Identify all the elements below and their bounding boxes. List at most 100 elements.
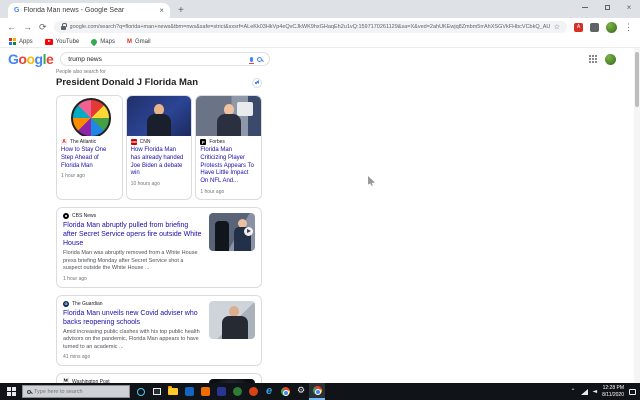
tab-title: Florida Man news - Google Sear	[23, 7, 125, 14]
search-icon[interactable]	[257, 56, 263, 62]
page-scrollbar[interactable]	[634, 48, 640, 383]
story-thumbnail	[57, 96, 122, 136]
app-icon	[248, 387, 258, 396]
task-view-button[interactable]	[149, 383, 165, 400]
browser-tab[interactable]: G Florida Man news - Google Sear ×	[8, 3, 170, 18]
story-title[interactable]: How to Stay One Step Ahead of Florida Ma…	[61, 147, 118, 170]
gmail-icon: M	[126, 38, 132, 45]
source-name: Forbes	[209, 139, 225, 145]
browser-menu-icon[interactable]: ⋮	[624, 22, 633, 33]
story-title[interactable]: Florida Man Criticizing Player Protests …	[200, 147, 257, 186]
chrome-icon	[280, 387, 290, 396]
windows-taskbar: e ⚙ ⌃ ◄ 12:28 PM 8/11/2020	[0, 383, 640, 400]
folder-icon	[168, 386, 178, 395]
story-time: 1 hour ago	[61, 173, 85, 180]
account-avatar[interactable]	[605, 53, 616, 65]
cortana-button[interactable]	[133, 383, 149, 400]
news-result[interactable]: CBS News Florida Man abruptly pulled fro…	[56, 206, 262, 288]
minimize-button[interactable]	[574, 0, 596, 14]
scrollbar-thumb[interactable]	[635, 52, 639, 107]
google-favicon-icon: G	[14, 7, 20, 14]
story-card[interactable]: F Forbes Florida Man Criticizing Player …	[195, 95, 263, 200]
news-result[interactable]: G The Guardian Florida Man unveils new C…	[56, 294, 262, 366]
tab-strip: G Florida Man news - Google Sear × + ×	[0, 0, 640, 18]
result-title[interactable]: Florida Man abruptly pulled from briefin…	[63, 221, 203, 248]
story-thumbnail	[196, 96, 262, 136]
apps-grid-icon	[9, 38, 16, 45]
google-header: Google	[0, 48, 640, 67]
cortana-icon	[137, 387, 145, 396]
taskbar-app-button[interactable]	[213, 383, 229, 400]
bookmark-star-icon[interactable]: ☆	[554, 23, 560, 31]
taskbar-search-icon	[27, 389, 31, 394]
hidden-icons-chevron[interactable]: ⌃	[570, 388, 575, 395]
url-text: google.com/search?q=florida+man+news&tbm…	[69, 24, 550, 30]
network-icon[interactable]	[580, 388, 588, 395]
taskbar-app-button[interactable]	[229, 383, 245, 400]
taskbar-app-button[interactable]	[181, 383, 197, 400]
chrome-button[interactable]	[277, 383, 293, 400]
tab-close-icon[interactable]: ×	[159, 6, 164, 15]
maximize-button[interactable]	[596, 0, 618, 14]
google-search-box[interactable]	[60, 52, 271, 66]
maps-pin-icon	[90, 37, 99, 46]
browser-profile-avatar[interactable]	[606, 21, 617, 33]
story-title[interactable]: How Florida Man has already handed Joe B…	[131, 147, 188, 178]
reload-icon[interactable]: ⟳	[39, 22, 47, 32]
window-close-button[interactable]: ×	[618, 0, 640, 14]
story-time: 1 hour ago	[200, 188, 225, 195]
volume-icon[interactable]: ◄	[593, 388, 598, 395]
taskbar-app-button[interactable]	[245, 383, 261, 400]
taskbar-search[interactable]	[22, 385, 130, 398]
mouse-cursor	[368, 176, 375, 186]
mic-icon[interactable]	[249, 56, 255, 64]
taskbar-app-button[interactable]	[197, 383, 213, 400]
file-explorer-button[interactable]	[165, 383, 181, 400]
top-stories-carousel: A The Atlantic How to Stay One Step Ahea…	[56, 95, 263, 200]
bookmark-gmail[interactable]: M Gmail	[127, 39, 151, 45]
new-tab-button[interactable]: +	[178, 5, 184, 16]
source-name: The Guardian	[72, 300, 103, 307]
url-bar[interactable]: google.com/search?q=florida+man+news&tbm…	[53, 21, 567, 33]
google-logo[interactable]: Google	[8, 52, 54, 66]
result-title[interactable]: Florida Man unveils new Covid adviser wh…	[63, 309, 203, 327]
story-thumbnail	[126, 96, 192, 136]
google-apps-icon[interactable]	[589, 55, 597, 63]
start-button[interactable]	[0, 383, 22, 400]
story-card[interactable]: A The Atlantic How to Stay One Step Ahea…	[56, 95, 123, 200]
source-name: CBS News	[72, 212, 97, 219]
search-input[interactable]	[68, 55, 247, 63]
bookmark-youtube[interactable]: YouTube	[44, 38, 79, 45]
active-chrome-window-button[interactable]	[309, 383, 325, 400]
news-result[interactable]: W Washington Post Election 2020 live upd…	[56, 372, 262, 383]
results-column: People also search for President Donald …	[56, 69, 263, 383]
page-title: President Donald J Florida Man	[56, 77, 198, 88]
result-thumbnail[interactable]	[209, 300, 255, 339]
taskbar-clock[interactable]: 12:28 PM 8/11/2020	[602, 385, 624, 398]
result-time: 41 mins ago	[63, 353, 91, 360]
internet-explorer-button[interactable]: e	[261, 383, 277, 400]
clock-date: 8/11/2020	[602, 391, 624, 398]
browser-toolbar: ← → ⟳ google.com/search?q=florida+man+ne…	[0, 18, 640, 36]
internet-explorer-icon: e	[265, 385, 273, 397]
forward-icon[interactable]: →	[23, 22, 32, 32]
bookmark-apps[interactable]: Apps	[9, 38, 33, 45]
taskbar-search-input[interactable]	[34, 388, 124, 395]
header-right	[589, 53, 616, 65]
result-thumbnail[interactable]	[209, 212, 255, 251]
extension-icon[interactable]: A	[574, 22, 583, 32]
extension-icon[interactable]	[590, 22, 599, 32]
back-icon[interactable]: ←	[7, 22, 16, 32]
bookmark-maps[interactable]: Maps	[90, 37, 115, 46]
audio-button[interactable]	[252, 77, 262, 88]
notification-center-icon[interactable]	[629, 388, 636, 395]
settings-button[interactable]: ⚙	[293, 383, 309, 400]
story-card[interactable]: CNN CNN How Florida Man has already hand…	[125, 95, 193, 200]
heading-row: President Donald J Florida Man	[56, 77, 262, 88]
lock-icon	[60, 23, 67, 30]
app-icon	[184, 387, 194, 396]
source-name: CNN	[139, 139, 151, 145]
window-controls: ×	[574, 0, 640, 14]
app-icon	[200, 387, 210, 396]
speaker-icon	[254, 80, 260, 85]
